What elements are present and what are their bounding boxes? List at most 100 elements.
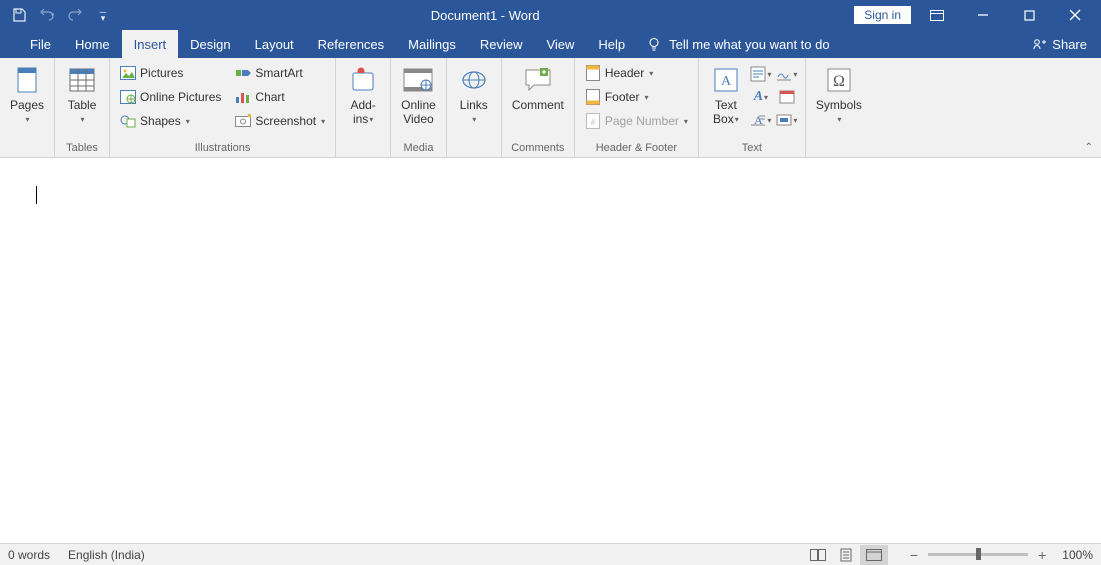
smartart-icon bbox=[235, 65, 251, 81]
close-button[interactable] bbox=[1055, 0, 1095, 30]
zoom-control: − + 100% bbox=[906, 547, 1093, 563]
svg-text:#: # bbox=[591, 118, 596, 127]
shapes-icon bbox=[120, 113, 136, 129]
page-icon bbox=[11, 64, 43, 96]
minimize-button[interactable] bbox=[963, 0, 1003, 30]
save-button[interactable] bbox=[6, 3, 32, 27]
web-layout-button[interactable] bbox=[860, 545, 888, 565]
ribbon: Pages▾ Table▾ Tables bbox=[0, 58, 1101, 158]
ribbon-display-options-button[interactable] bbox=[917, 0, 957, 30]
print-layout-icon bbox=[839, 548, 853, 562]
maximize-icon bbox=[1024, 10, 1035, 21]
text-box-button[interactable]: A TextBox▾ bbox=[705, 61, 747, 130]
tab-help[interactable]: Help bbox=[586, 30, 637, 58]
tab-file[interactable]: File bbox=[18, 30, 63, 58]
tab-references[interactable]: References bbox=[306, 30, 396, 58]
pages-button[interactable]: Pages▾ bbox=[6, 61, 48, 130]
group-addins: Add-ins▾ bbox=[336, 58, 391, 157]
redo-icon bbox=[68, 9, 82, 21]
pages-label: Pages bbox=[10, 98, 44, 112]
group-text: A TextBox▾ ▾ A▾ A▾ ▾ ▾ bbox=[699, 58, 806, 157]
tab-mailings[interactable]: Mailings bbox=[396, 30, 468, 58]
pictures-icon bbox=[120, 65, 136, 81]
addins-icon bbox=[347, 64, 379, 96]
online-video-button[interactable]: OnlineVideo bbox=[397, 61, 440, 129]
redo-button[interactable] bbox=[62, 3, 88, 27]
footer-label: Footer bbox=[605, 90, 640, 104]
page-number-icon: # bbox=[585, 113, 601, 129]
drop-cap-button[interactable]: A▾ bbox=[749, 109, 773, 131]
header-label: Header bbox=[605, 66, 644, 80]
language-status[interactable]: English (India) bbox=[68, 548, 145, 562]
tab-design[interactable]: Design bbox=[178, 30, 242, 58]
zoom-in-button[interactable]: + bbox=[1034, 547, 1050, 563]
comment-button[interactable]: Comment bbox=[508, 61, 568, 115]
zoom-slider[interactable] bbox=[928, 553, 1028, 556]
share-label: Share bbox=[1052, 37, 1087, 52]
screenshot-label: Screenshot bbox=[255, 114, 316, 128]
signature-icon bbox=[776, 66, 792, 82]
links-button[interactable]: Links▾ bbox=[453, 61, 495, 130]
group-comments: Comment Comments bbox=[502, 58, 575, 157]
online-pictures-button[interactable]: Online Pictures bbox=[116, 85, 225, 109]
zoom-out-button[interactable]: − bbox=[906, 547, 922, 563]
tab-review[interactable]: Review bbox=[468, 30, 535, 58]
comment-label: Comment bbox=[512, 98, 564, 112]
tell-me-search[interactable]: Tell me what you want to do bbox=[647, 30, 829, 58]
table-button[interactable]: Table▾ bbox=[61, 61, 103, 130]
textbox-l1: Text bbox=[715, 98, 737, 112]
word-count[interactable]: 0 words bbox=[8, 548, 50, 562]
table-label: Table bbox=[68, 98, 97, 112]
share-button[interactable]: Share bbox=[1018, 30, 1101, 58]
document-area[interactable] bbox=[0, 158, 1101, 543]
zoom-thumb[interactable] bbox=[976, 548, 981, 560]
online-pictures-icon bbox=[120, 89, 136, 105]
pictures-label: Pictures bbox=[140, 66, 183, 80]
symbols-button[interactable]: Ω Symbols▾ bbox=[812, 61, 866, 130]
pictures-button[interactable]: Pictures bbox=[116, 61, 225, 85]
tab-insert[interactable]: Insert bbox=[122, 30, 179, 58]
signature-line-button[interactable]: ▾ bbox=[775, 63, 799, 85]
read-mode-button[interactable] bbox=[804, 545, 832, 565]
tab-view[interactable]: View bbox=[534, 30, 586, 58]
object-button[interactable]: ▾ bbox=[775, 109, 799, 131]
wordart-icon: A bbox=[754, 89, 763, 105]
web-layout-icon bbox=[866, 549, 882, 561]
symbols-label: Symbols bbox=[816, 98, 862, 112]
zoom-percent[interactable]: 100% bbox=[1062, 548, 1093, 562]
undo-button[interactable]: ▾ bbox=[34, 3, 60, 27]
date-time-button[interactable] bbox=[775, 86, 799, 108]
text-box-icon: A bbox=[710, 64, 742, 96]
symbols-icon: Ω bbox=[823, 64, 855, 96]
svg-text:Ω: Ω bbox=[833, 73, 845, 90]
screenshot-button[interactable]: Screenshot▾ bbox=[231, 109, 329, 133]
wordart-button[interactable]: A▾ bbox=[749, 86, 773, 108]
text-cursor bbox=[36, 186, 37, 204]
online-pictures-label: Online Pictures bbox=[140, 90, 221, 104]
header-button[interactable]: Header▾ bbox=[581, 61, 692, 85]
maximize-button[interactable] bbox=[1009, 0, 1049, 30]
tab-layout[interactable]: Layout bbox=[243, 30, 306, 58]
screenshot-icon bbox=[235, 113, 251, 129]
group-media: OnlineVideo Media bbox=[391, 58, 447, 157]
qat-customize-button[interactable]: ─▾ bbox=[90, 3, 116, 27]
footer-button[interactable]: Footer▾ bbox=[581, 85, 692, 109]
collapse-ribbon-button[interactable]: ⌃ bbox=[1085, 142, 1093, 153]
smartart-button[interactable]: SmartArt bbox=[231, 61, 329, 85]
chart-button[interactable]: Chart bbox=[231, 85, 329, 109]
quick-access-toolbar: ▾ ─▾ bbox=[0, 3, 116, 27]
tab-home[interactable]: Home bbox=[63, 30, 122, 58]
read-mode-icon bbox=[810, 549, 826, 561]
quick-parts-button[interactable]: ▾ bbox=[749, 63, 773, 85]
group-media-label: Media bbox=[397, 138, 440, 157]
group-text-label: Text bbox=[705, 138, 799, 157]
print-layout-button[interactable] bbox=[832, 545, 860, 565]
addins-button[interactable]: Add-ins▾ bbox=[342, 61, 384, 130]
word-window: ▾ ─▾ Document1 - Word Sign in bbox=[0, 0, 1101, 565]
chart-label: Chart bbox=[255, 90, 284, 104]
datetime-icon bbox=[779, 89, 795, 105]
page-number-button[interactable]: # Page Number▾ bbox=[581, 109, 692, 133]
video-icon bbox=[402, 64, 434, 96]
shapes-button[interactable]: Shapes▾ bbox=[116, 109, 225, 133]
sign-in-button[interactable]: Sign in bbox=[854, 6, 911, 24]
